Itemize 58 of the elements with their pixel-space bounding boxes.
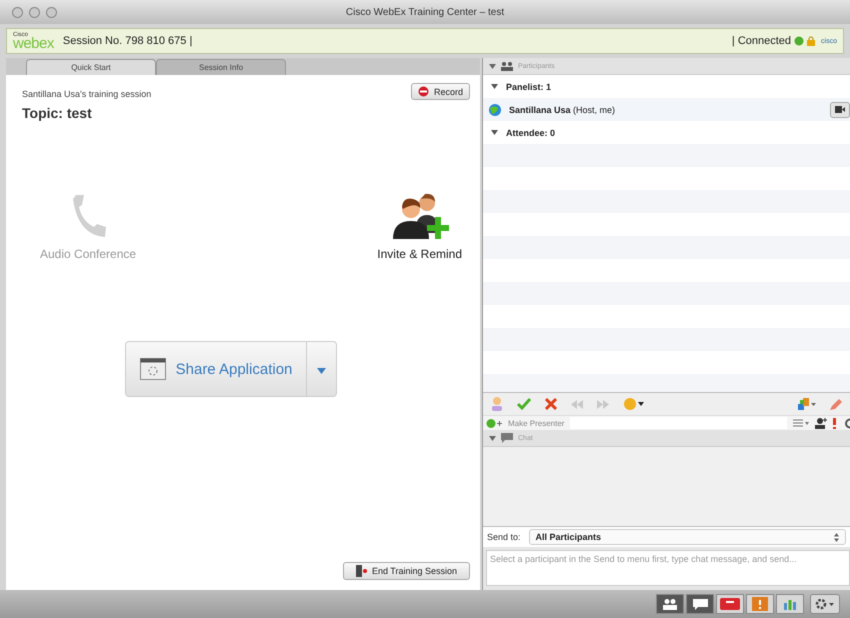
chat-input[interactable]: Select a participant in the Send to menu first, type chat message, and send... [486, 550, 850, 586]
speech-bubble-icon [692, 598, 708, 610]
action-label: Audio Conference [40, 247, 136, 261]
add-person-icon[interactable] [815, 418, 827, 428]
pencil-icon[interactable] [830, 398, 842, 410]
session-owner: Santillana Usa's training session [22, 89, 152, 99]
tab[interactable]: Session Info [156, 59, 286, 75]
globe-icon [489, 104, 501, 116]
window-title: Cisco WebEx Training Center – test [346, 6, 504, 18]
camera-icon [835, 106, 845, 113]
people-menu-icon[interactable] [798, 398, 816, 410]
disclosure-icon[interactable] [491, 84, 498, 89]
tab[interactable]: Quick Start [26, 59, 156, 75]
settings-button[interactable] [810, 594, 840, 614]
checkmark-icon[interactable] [517, 398, 531, 410]
stepper-icon [834, 532, 839, 542]
collapse-icon[interactable] [489, 436, 496, 440]
window-control-button[interactable] [12, 6, 23, 18]
dock-button[interactable] [716, 594, 744, 614]
settings-icon[interactable] [842, 418, 850, 428]
close-icon[interactable] [545, 398, 557, 410]
action-label[interactable]: Invite & Remind [377, 247, 462, 261]
add-people-icon [390, 193, 449, 239]
people-icon [501, 62, 513, 70]
record-icon [418, 86, 429, 97]
presenter-field[interactable] [570, 417, 787, 429]
settings-icon [815, 598, 835, 610]
window-control-button[interactable] [46, 6, 57, 18]
window-control-button[interactable] [29, 6, 40, 18]
status-dot-icon [794, 36, 804, 46]
group-label: Panelist: 1 [506, 82, 552, 92]
record-button[interactable]: Record [410, 83, 470, 100]
dock-button[interactable] [686, 594, 714, 614]
speech-bubble-icon [501, 433, 513, 443]
recipient-select[interactable]: All Participants [528, 529, 846, 545]
emoticon-icon[interactable] [623, 398, 645, 410]
people-icon [663, 598, 677, 610]
disclosure-icon[interactable] [491, 130, 498, 135]
dock-button[interactable] [656, 594, 684, 614]
send-to-label: Send to: [487, 532, 521, 542]
list-view-icon[interactable] [793, 419, 809, 427]
caret-icon [317, 368, 326, 374]
video-button[interactable] [830, 102, 850, 118]
share-application-button[interactable]: Share Application [124, 341, 308, 397]
lock-icon [807, 36, 816, 46]
application-icon [140, 358, 166, 380]
alert-icon[interactable] [833, 418, 836, 428]
collapse-icon[interactable] [489, 64, 496, 68]
topic: Topic: test [22, 105, 93, 121]
group-label: Attendee: 0 [506, 128, 556, 138]
make-presenter-icon [486, 418, 502, 428]
bar-chart-icon [783, 598, 797, 610]
end-session-button[interactable]: End Training Session [342, 562, 470, 580]
session-number: Session No. 798 810 675 | [62, 35, 192, 47]
participant-name[interactable]: Santillana Usa (Host, me) [509, 104, 616, 114]
dock-button[interactable] [746, 594, 774, 614]
connection-status: | Connected [732, 35, 792, 47]
exit-door-icon [356, 565, 367, 577]
